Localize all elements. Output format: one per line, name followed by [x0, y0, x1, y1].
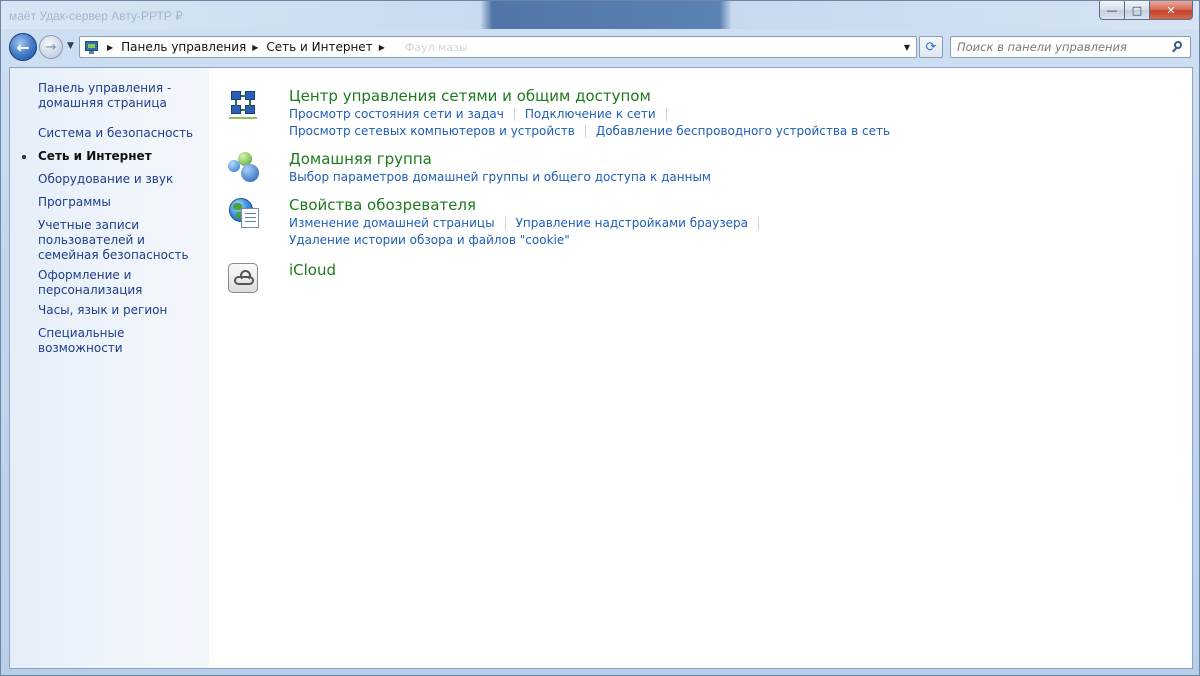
link-view-network-status[interactable]: Просмотр состояния сети и задач [289, 107, 504, 122]
minimize-button[interactable]: — [1099, 1, 1125, 20]
section-title-internet-options[interactable]: Свойства обозревателя [289, 196, 476, 214]
search-input[interactable] [957, 38, 1171, 56]
link-connect-to-network[interactable]: Подключение к сети [525, 107, 656, 122]
homegroup-icon[interactable] [227, 150, 261, 184]
sidebar-item-appearance[interactable]: Оформление и персонализация [38, 268, 158, 298]
link-divider [504, 217, 506, 230]
link-divider [584, 125, 586, 138]
address-dropdown-button[interactable]: ▼ [900, 40, 914, 54]
breadcrumb-network-internet[interactable]: Сеть и Интернет [266, 40, 372, 54]
link-manage-browser-addons[interactable]: Управление надстройками браузера [516, 216, 748, 231]
chevron-right-icon[interactable]: ▶ [107, 43, 113, 52]
section-title-network-center[interactable]: Центр управления сетями и общим доступом [289, 87, 651, 105]
link-divider [758, 217, 759, 230]
link-homegroup-settings[interactable]: Выбор параметров домашней группы и общег… [289, 170, 711, 185]
links-row: Изменение домашней страницы Управление н… [289, 216, 769, 231]
search-box[interactable] [950, 36, 1191, 58]
internet-options-icon[interactable] [227, 196, 261, 230]
control-panel-icon [83, 39, 101, 55]
content-area: Панель управления - домашняя страница Си… [9, 67, 1193, 669]
section-title-icloud[interactable]: iCloud [289, 261, 336, 279]
refresh-button[interactable]: ⟳ [919, 36, 943, 58]
icloud-icon[interactable] [227, 261, 261, 295]
title-bar[interactable]: маёт Удак-сервер Авту-РРТР ₽ — □ ✕ [1, 1, 1199, 29]
title-bar-ghost-text: маёт Удак-сервер Авту-РРТР ₽ [9, 9, 183, 23]
close-button[interactable]: ✕ [1150, 1, 1193, 20]
sidebar-item-hardware-sound[interactable]: Оборудование и звук [38, 172, 203, 187]
sidebar-item-clock-language[interactable]: Часы, язык и регион [38, 303, 203, 318]
sidebar-item-programs[interactable]: Программы [38, 195, 203, 210]
sidebar-item-accessibility[interactable]: Специальные возможности [38, 326, 203, 356]
breadcrumb-control-panel[interactable]: Панель управления [121, 40, 246, 54]
current-item-bullet [22, 155, 26, 159]
navigation-bar: ← → ▼ ▶ Панель управления ▶ Сеть и Интер… [1, 31, 1199, 63]
sidebar: Панель управления - домашняя страница Си… [10, 68, 209, 668]
link-add-wireless-device[interactable]: Добавление беспроводного устройства в се… [596, 124, 890, 139]
section-title-homegroup[interactable]: Домашняя группа [289, 150, 432, 168]
sidebar-item-user-accounts[interactable]: Учетные записи пользователей и семейная … [38, 218, 203, 263]
forward-arrow-icon: → [45, 39, 57, 55]
links-row: Просмотр сетевых компьютеров и устройств… [289, 124, 890, 139]
maximize-button[interactable]: □ [1125, 1, 1150, 20]
control-panel-window: маёт Удак-сервер Авту-РРТР ₽ — □ ✕ ← → ▼… [0, 0, 1200, 676]
back-button[interactable]: ← [9, 33, 37, 61]
address-bar[interactable]: ▶ Панель управления ▶ Сеть и Интернет ▶ … [79, 36, 917, 58]
refresh-icon: ⟳ [925, 39, 937, 55]
links-row: Выбор параметров домашней группы и общег… [289, 170, 711, 185]
forward-button[interactable]: → [39, 35, 63, 59]
sidebar-item-home[interactable]: Панель управления - домашняя страница [38, 81, 203, 111]
links-row: Удаление истории обзора и файлов "cookie… [289, 233, 570, 248]
link-view-network-computers[interactable]: Просмотр сетевых компьютеров и устройств [289, 124, 575, 139]
recent-pages-dropdown[interactable]: ▼ [67, 41, 74, 51]
search-icon[interactable] [1171, 40, 1185, 54]
link-divider [513, 108, 515, 121]
network-center-icon[interactable] [227, 87, 261, 121]
back-arrow-icon: ← [16, 37, 30, 57]
main-pane: Центр управления сетями и общим доступом… [209, 68, 1192, 668]
caption-buttons: — □ ✕ [1099, 1, 1193, 21]
sidebar-item-network-internet[interactable]: Сеть и Интернет [38, 149, 203, 164]
sidebar-item-system-security[interactable]: Система и безопасность [38, 126, 203, 141]
link-change-home-page[interactable]: Изменение домашней страницы [289, 216, 495, 231]
link-delete-history-cookies[interactable]: Удаление истории обзора и файлов "cookie… [289, 233, 570, 248]
link-divider [665, 108, 667, 121]
breadcrumb-ghost-text: Фаул мазы [404, 40, 468, 54]
chevron-right-icon[interactable]: ▶ [252, 43, 258, 52]
links-row: Просмотр состояния сети и задач Подключе… [289, 107, 677, 122]
chevron-right-icon[interactable]: ▶ [379, 43, 385, 52]
